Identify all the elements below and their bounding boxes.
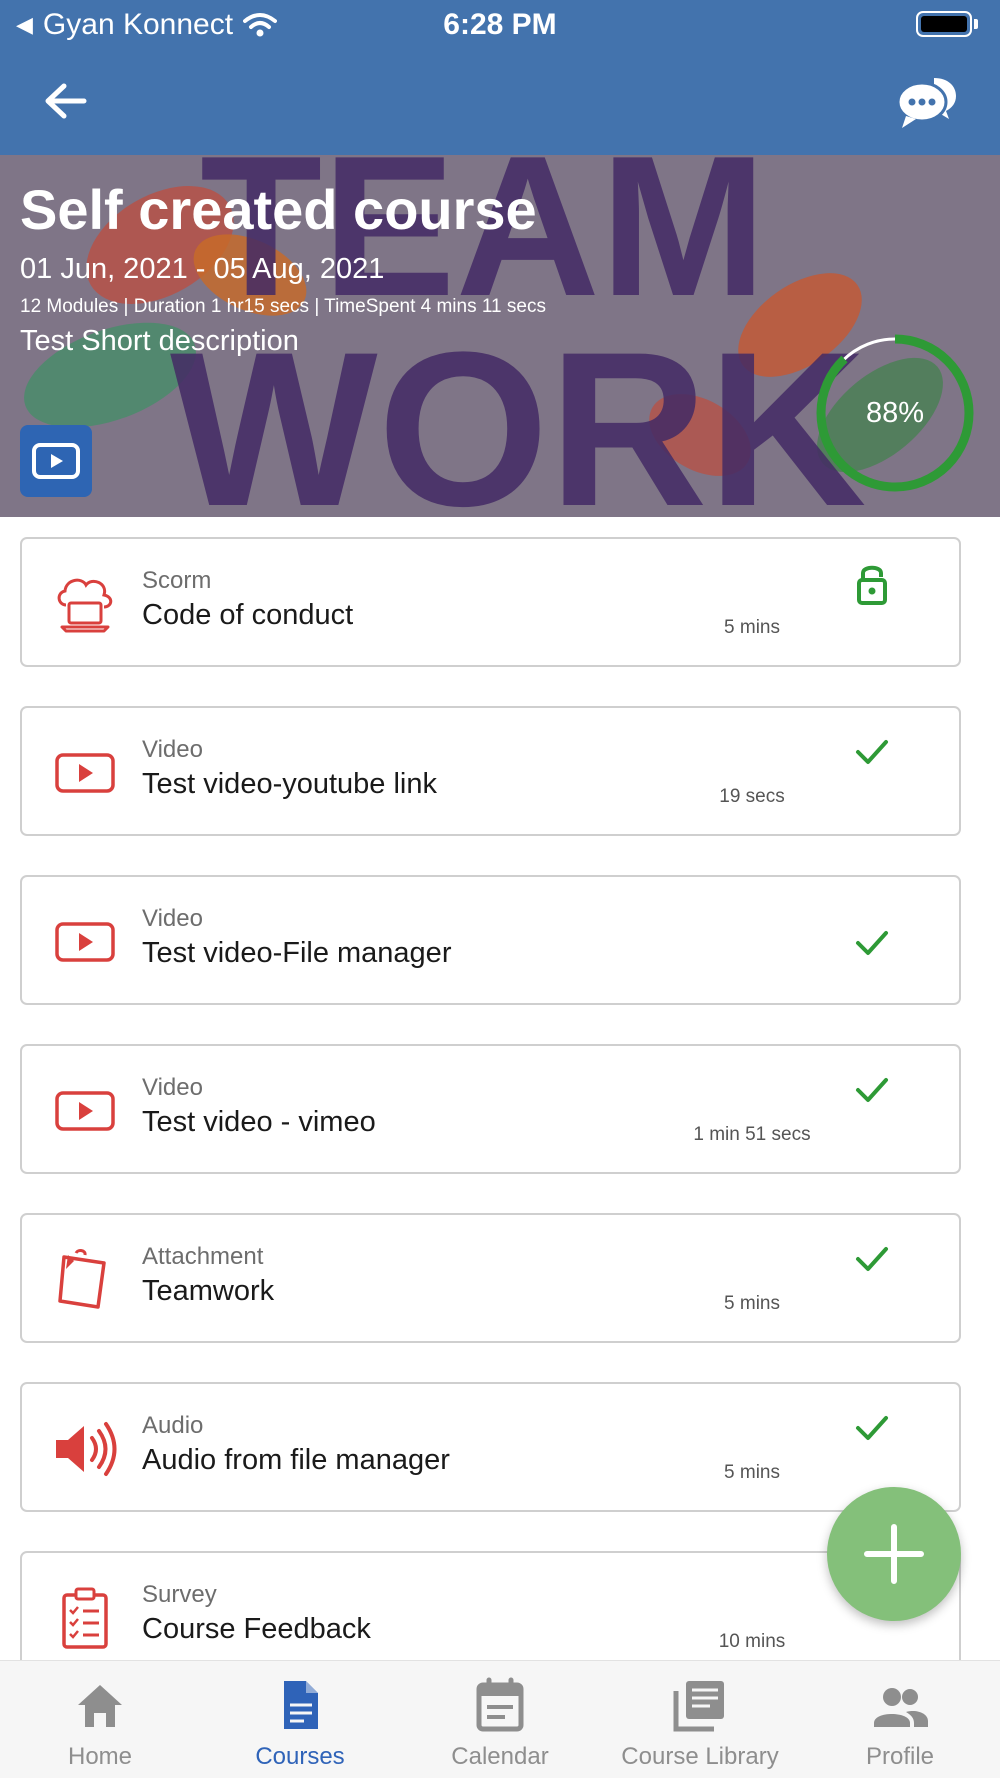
module-name: Code of conduct bbox=[142, 599, 354, 631]
video-play-icon bbox=[55, 1091, 115, 1131]
nav-label: Home bbox=[67, 1743, 133, 1770]
module-card[interactable]: Scorm Code of conduct 5 mins bbox=[20, 537, 961, 667]
module-name: Course Feedback bbox=[142, 1613, 371, 1645]
module-type: Attachment bbox=[142, 1243, 264, 1270]
module-duration: 19 secs bbox=[719, 786, 785, 807]
module-card[interactable]: Attachment Teamwork 5 mins bbox=[20, 1213, 961, 1343]
checkmark-icon bbox=[856, 931, 888, 955]
course-progress-label: 88% bbox=[865, 397, 925, 429]
nav-item-profile[interactable]: Profile bbox=[800, 1661, 1000, 1778]
calendar-icon bbox=[476, 1677, 524, 1732]
module-type: Survey bbox=[142, 1581, 217, 1608]
nav-item-home[interactable]: Home bbox=[0, 1661, 200, 1778]
checkmark-icon bbox=[856, 1416, 888, 1440]
module-type: Scorm bbox=[142, 567, 212, 594]
checkmark-icon bbox=[856, 1078, 888, 1102]
course-meta: 12 Modules | Duration 1 hr15 secs | Time… bbox=[20, 296, 546, 317]
module-name: Test video-File manager bbox=[142, 937, 452, 969]
course-title: Self created course bbox=[20, 178, 537, 241]
module-name: Teamwork bbox=[142, 1275, 275, 1307]
video-play-icon bbox=[32, 443, 80, 479]
chat-bubbles-icon bbox=[896, 78, 956, 128]
module-type: Video bbox=[142, 905, 203, 932]
add-button[interactable] bbox=[827, 1487, 961, 1621]
module-card[interactable]: Video Test video-youtube link 19 secs bbox=[20, 706, 961, 836]
video-play-icon bbox=[55, 753, 115, 793]
home-icon bbox=[78, 1685, 122, 1727]
clipboard-paper-icon bbox=[58, 1249, 106, 1309]
module-type: Video bbox=[142, 1074, 203, 1101]
arrow-left-icon bbox=[45, 83, 87, 119]
checkmark-icon bbox=[856, 1247, 888, 1271]
checkmark-icon bbox=[856, 740, 888, 764]
video-play-icon bbox=[55, 922, 115, 962]
people-icon bbox=[874, 1688, 928, 1727]
module-duration: 5 mins bbox=[724, 1293, 780, 1314]
module-card[interactable]: Audio Audio from file manager 5 mins bbox=[20, 1382, 961, 1512]
chat-button[interactable] bbox=[894, 72, 958, 132]
battery-tip bbox=[974, 19, 978, 29]
status-bar: ◀ Gyan Konnect 6:28 PM bbox=[0, 0, 1000, 50]
cloud-laptop-icon bbox=[57, 578, 113, 633]
speaker-icon bbox=[56, 1422, 117, 1476]
lock-open-icon bbox=[857, 565, 887, 605]
nav-item-calendar[interactable]: Calendar bbox=[400, 1661, 600, 1778]
nav-label: Course Library bbox=[621, 1743, 779, 1770]
app-header: ◀ Gyan Konnect 6:28 PM bbox=[0, 0, 1000, 155]
bottom-nav: Home Courses Calendar Course Library Pro… bbox=[0, 1660, 1000, 1778]
course-video-button[interactable] bbox=[20, 425, 92, 497]
course-banner: TEAM WORK Self created course 01 Jun, 20… bbox=[0, 155, 1000, 517]
module-name: Audio from file manager bbox=[142, 1444, 450, 1476]
document-icon bbox=[284, 1681, 318, 1729]
status-time: 6:28 PM bbox=[443, 8, 557, 41]
module-type: Video bbox=[142, 736, 203, 763]
nav-label: Calendar bbox=[451, 1743, 549, 1770]
plus-icon bbox=[864, 1524, 924, 1584]
course-dates: 01 Jun, 2021 - 05 Aug, 2021 bbox=[20, 253, 385, 285]
module-name: Test video - vimeo bbox=[142, 1106, 376, 1138]
module-card[interactable]: Video Test video-File manager bbox=[20, 875, 961, 1005]
course-description: Test Short description bbox=[20, 325, 299, 357]
back-button[interactable] bbox=[40, 76, 96, 126]
nav-item-courses[interactable]: Courses bbox=[200, 1661, 400, 1778]
library-icon bbox=[673, 1681, 724, 1732]
module-type: Audio bbox=[142, 1412, 204, 1439]
module-duration: 5 mins bbox=[724, 617, 780, 638]
nav-label: Courses bbox=[255, 1743, 345, 1770]
battery-icon bbox=[916, 11, 972, 37]
module-duration: 10 mins bbox=[718, 1631, 786, 1652]
module-card[interactable]: Video Test video - vimeo 1 min 51 secs bbox=[20, 1044, 961, 1174]
survey-checklist-icon bbox=[62, 1587, 108, 1649]
module-name: Test video-youtube link bbox=[142, 768, 437, 800]
nav-item-course-library[interactable]: Course Library bbox=[600, 1661, 800, 1778]
module-duration: 1 min 51 secs bbox=[693, 1124, 811, 1145]
nav-label: Profile bbox=[865, 1743, 935, 1770]
module-duration: 5 mins bbox=[724, 1462, 780, 1483]
